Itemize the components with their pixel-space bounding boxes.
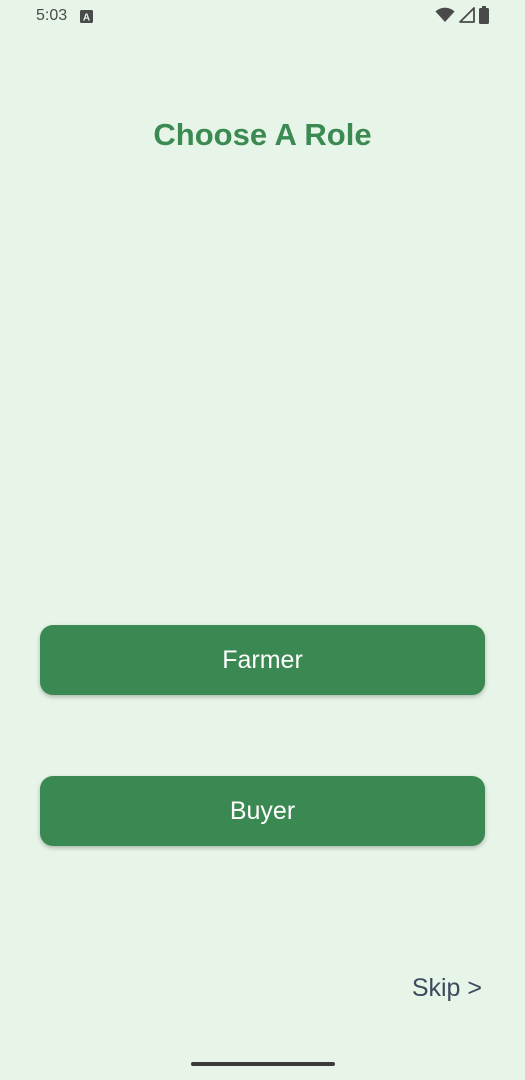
status-bar: 5:03 A: [0, 0, 525, 34]
wifi-icon: [435, 7, 455, 28]
signal-icon: [459, 6, 475, 28]
a-badge-icon: A: [80, 10, 93, 24]
battery-icon: [479, 5, 489, 29]
farmer-button[interactable]: Farmer: [40, 625, 485, 695]
home-indicator[interactable]: [191, 1062, 335, 1066]
skip-link[interactable]: Skip >: [412, 974, 482, 1003]
status-time: 5:03: [36, 7, 68, 24]
status-icons: [435, 5, 489, 29]
page-title: Choose A Role: [153, 117, 372, 152]
buyer-button[interactable]: Buyer: [40, 776, 485, 846]
svg-text:A: A: [83, 13, 90, 24]
